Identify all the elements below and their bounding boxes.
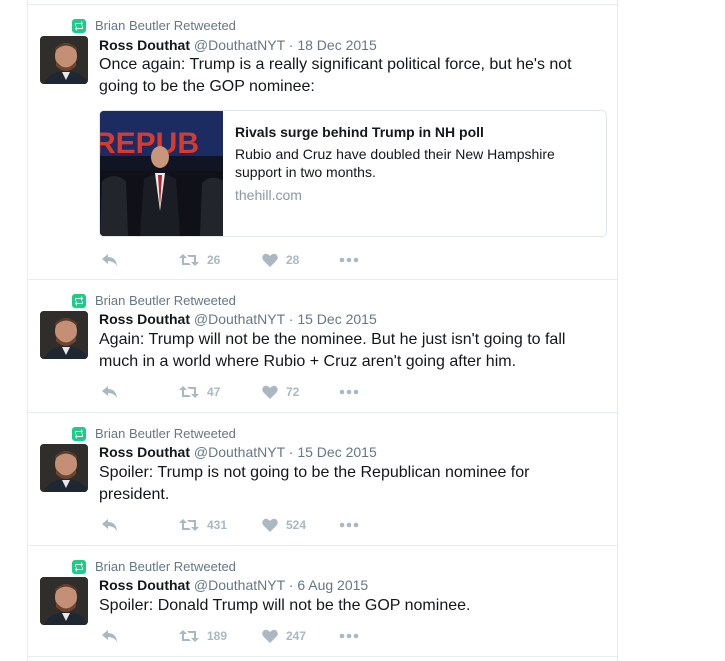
retweeted-by-label[interactable]: Brian Beutler Retweeted: [95, 426, 236, 442]
reply-button[interactable]: [101, 627, 119, 645]
reply-icon: [102, 386, 117, 398]
reply-icon: [102, 519, 117, 531]
retweet-count: 26: [207, 253, 221, 267]
tweet[interactable]: Brian Beutler Retweeted Ross Douthat @Do…: [28, 546, 617, 657]
card-image: REPUB: [100, 111, 223, 236]
reply-button[interactable]: [101, 516, 119, 534]
reply-button[interactable]: [101, 383, 119, 401]
card-description: Rubio and Cruz have doubled their New Ha…: [235, 146, 555, 180]
retweet-button[interactable]: 47: [179, 383, 220, 401]
tweet-header: Ross Douthat @DouthatNYT · 15 Dec 2015: [99, 310, 377, 328]
like-button[interactable]: 72: [262, 383, 299, 401]
reply-button[interactable]: [101, 251, 119, 269]
retweet-button[interactable]: 431: [179, 516, 227, 534]
author-name[interactable]: Ross Douthat: [99, 311, 190, 327]
reply-icon: [102, 630, 117, 642]
retweet-badge-icon: [72, 427, 86, 441]
retweeted-by-label[interactable]: Brian Beutler Retweeted: [95, 293, 236, 309]
retweet-context: Brian Beutler Retweeted: [72, 426, 236, 442]
tweet-text: Once again: Trump is a really significan…: [99, 56, 572, 95]
tweet-date[interactable]: 15 Dec 2015: [297, 444, 376, 460]
retweet-badge-icon: [72, 560, 86, 574]
more-button[interactable]: [339, 627, 359, 645]
author-handle[interactable]: @DouthatNYT: [194, 444, 285, 460]
avatar[interactable]: [40, 36, 88, 84]
tweet-text: Spoiler: Trump is not going to be the Re…: [99, 464, 530, 503]
more-button[interactable]: [339, 383, 359, 401]
like-button[interactable]: 28: [262, 251, 299, 269]
retweet-icon: [179, 630, 199, 642]
tweet-text: Spoiler: Donald Trump will not be the GO…: [99, 597, 471, 614]
retweet-count: 431: [207, 518, 228, 532]
author-name[interactable]: Ross Douthat: [99, 37, 190, 53]
author-handle[interactable]: @DouthatNYT: [194, 577, 285, 593]
author-name[interactable]: Ross Douthat: [99, 577, 190, 593]
like-count: 247: [286, 629, 307, 643]
more-icon: [339, 633, 359, 639]
tweet-date[interactable]: 18 Dec 2015: [297, 37, 376, 53]
more-icon: [339, 522, 359, 528]
tweet-date[interactable]: 6 Aug 2015: [297, 577, 368, 593]
card-domain[interactable]: thehill.com: [235, 186, 595, 204]
retweet-count: 47: [207, 385, 221, 399]
separator: ·: [288, 311, 294, 327]
retweet-icon: [179, 519, 199, 531]
tweet-header: Ross Douthat @DouthatNYT · 18 Dec 2015: [99, 36, 377, 54]
tweet-date[interactable]: 15 Dec 2015: [297, 311, 376, 327]
retweet-badge-icon: [72, 19, 86, 33]
card-body: Rivals surge behind Trump in NH poll Rub…: [235, 123, 595, 204]
like-count: 28: [286, 253, 300, 267]
author-handle[interactable]: @DouthatNYT: [194, 37, 285, 53]
retweet-count: 189: [207, 629, 228, 643]
more-button[interactable]: [339, 516, 359, 534]
card-title[interactable]: Rivals surge behind Trump in NH poll: [235, 123, 595, 141]
heart-icon: [262, 385, 278, 399]
separator: ·: [288, 577, 294, 593]
retweet-button[interactable]: 26: [179, 251, 220, 269]
retweet-icon: [179, 254, 199, 266]
retweet-badge-icon: [72, 294, 86, 308]
heart-icon: [262, 253, 278, 267]
author-name[interactable]: Ross Douthat: [99, 444, 190, 460]
separator: ·: [288, 37, 294, 53]
separator: ·: [288, 444, 294, 460]
heart-icon: [262, 518, 278, 532]
retweet-icon: [179, 386, 199, 398]
retweeted-by-label[interactable]: Brian Beutler Retweeted: [95, 559, 236, 575]
avatar[interactable]: [40, 577, 88, 625]
retweet-context: Brian Beutler Retweeted: [72, 18, 236, 34]
tweet[interactable]: Brian Beutler Retweeted Ross Douthat @Do…: [28, 280, 617, 413]
like-button[interactable]: 247: [262, 627, 306, 645]
more-icon: [339, 257, 359, 263]
tweet-header: Ross Douthat @DouthatNYT · 6 Aug 2015: [99, 576, 368, 594]
timeline: Brian Beutler Retweeted Ross Douthat @Do…: [27, 0, 618, 661]
retweeted-by-label[interactable]: Brian Beutler Retweeted: [95, 18, 236, 34]
like-count: 72: [286, 385, 300, 399]
like-button[interactable]: 524: [262, 516, 306, 534]
author-handle[interactable]: @DouthatNYT: [194, 311, 285, 327]
tweet-text: Again: Trump will not be the nominee. Bu…: [99, 331, 566, 370]
retweet-context: Brian Beutler Retweeted: [72, 293, 236, 309]
reply-icon: [102, 254, 117, 266]
avatar[interactable]: [40, 311, 88, 359]
card-image-text: REPUB: [100, 127, 199, 160]
avatar[interactable]: [40, 444, 88, 492]
tweet-header: Ross Douthat @DouthatNYT · 15 Dec 2015: [99, 443, 377, 461]
more-button[interactable]: [339, 251, 359, 269]
link-card[interactable]: REPUB Rivals surge behind Trump in NH po…: [99, 110, 607, 237]
more-icon: [339, 389, 359, 395]
heart-icon: [262, 629, 278, 643]
retweet-button[interactable]: 189: [179, 627, 227, 645]
tweet[interactable]: Brian Beutler Retweeted Ross Douthat @Do…: [28, 4, 617, 280]
tweet[interactable]: Brian Beutler Retweeted Ross Douthat @Do…: [28, 413, 617, 546]
retweet-context: Brian Beutler Retweeted: [72, 559, 236, 575]
like-count: 524: [286, 518, 307, 532]
